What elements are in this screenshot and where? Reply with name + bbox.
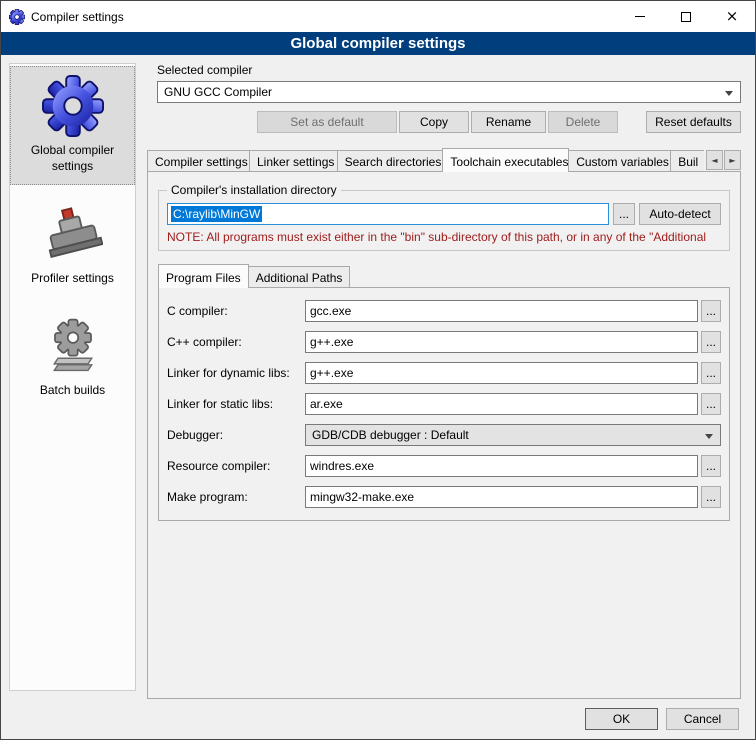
debugger-select-value: GDB/CDB debugger : Default (312, 428, 469, 442)
compiler-select-value: GNU GCC Compiler (164, 85, 272, 99)
selected-text: C:\raylib\MinGW (171, 206, 262, 222)
app-icon (9, 9, 25, 25)
maximize-icon (681, 12, 691, 22)
field-label: Resource compiler: (167, 459, 305, 473)
program-files-section: Program Files Additional Paths C compile… (158, 263, 730, 521)
program-files-panel: C compiler: ... C++ compiler: ... Linker… (158, 287, 730, 521)
field-row: C++ compiler: ... (167, 331, 721, 353)
tab-search-directories[interactable]: Search directories (337, 150, 444, 171)
sidebar-item-label: Batch builds (40, 383, 105, 399)
cancel-button[interactable]: Cancel (666, 708, 739, 730)
note-text: NOTE: All programs must exist either in … (167, 230, 721, 244)
c-compiler-browse-button[interactable]: ... (701, 300, 721, 322)
resource-compiler-browse-button[interactable]: ... (701, 455, 721, 477)
window-title: Compiler settings (31, 10, 124, 24)
minimize-button[interactable] (617, 1, 663, 32)
tab-custom-variables[interactable]: Custom variables (568, 150, 671, 171)
sidebar-item-profiler-settings[interactable]: Profiler settings (10, 197, 135, 297)
titlebar: Compiler settings × (1, 1, 755, 32)
copy-button[interactable]: Copy (399, 111, 469, 133)
field-label: Make program: (167, 490, 305, 504)
sidebar-item-global-compiler-settings[interactable]: Global compiler settings (10, 66, 135, 185)
installation-directory-row: C:\raylib\MinGW ... Auto-detect (167, 203, 721, 225)
field-label: Linker for static libs: (167, 397, 305, 411)
make-program-input[interactable] (305, 486, 698, 508)
reset-defaults-button[interactable]: Reset defaults (646, 111, 741, 133)
field-row: Resource compiler: ... (167, 455, 721, 477)
auto-detect-button[interactable]: Auto-detect (639, 203, 721, 225)
field-row: Make program: ... (167, 486, 721, 508)
tab-compiler-settings[interactable]: Compiler settings (147, 150, 250, 171)
resource-compiler-input[interactable] (305, 455, 698, 477)
blue-gear-icon (42, 75, 104, 137)
installation-directory-group-title: Compiler's installation directory (167, 183, 341, 197)
field-label: C++ compiler: (167, 335, 305, 349)
chevron-down-icon (705, 434, 713, 439)
close-icon: × (726, 9, 739, 24)
window-controls: × (617, 1, 755, 32)
tab-scroll-buttons: ◄ ► (705, 150, 741, 170)
dialog-footer: OK Cancel (585, 708, 739, 730)
installation-directory-group: Compiler's installation directory C:\ray… (158, 190, 730, 251)
action-row-spacer (157, 111, 255, 133)
set-as-default-button[interactable]: Set as default (257, 111, 397, 133)
toolchain-executables-panel: Compiler's installation directory C:\ray… (147, 171, 741, 699)
linker-dynamic-browse-button[interactable]: ... (701, 362, 721, 384)
selected-compiler-label: Selected compiler (157, 63, 741, 78)
compiler-settings-window: Compiler settings × Global compiler sett… (0, 0, 756, 740)
page-title: Global compiler settings (1, 32, 755, 55)
delete-button[interactable]: Delete (548, 111, 618, 133)
tab-bar: Compiler settings Linker settings Search… (147, 147, 741, 171)
c-compiler-input[interactable] (305, 300, 698, 322)
field-row: Debugger: GDB/CDB debugger : Default (167, 424, 721, 446)
subtab-bar: Program Files Additional Paths (158, 263, 730, 287)
batch-builds-icon (43, 317, 103, 377)
ok-button[interactable]: OK (585, 708, 658, 730)
main-content: Selected compiler GNU GCC Compiler Set a… (147, 63, 741, 699)
cpp-compiler-input[interactable] (305, 331, 698, 353)
rename-button[interactable]: Rename (471, 111, 546, 133)
field-label: Debugger: (167, 428, 305, 442)
linker-static-input[interactable] (305, 393, 698, 415)
compiler-action-row: Set as default Copy Rename Delete Reset … (157, 111, 741, 133)
arrow-left-icon: ◄ (711, 156, 717, 165)
installation-directory-input[interactable]: C:\raylib\MinGW (167, 203, 609, 225)
field-row: Linker for static libs: ... (167, 393, 721, 415)
compiler-select[interactable]: GNU GCC Compiler (157, 81, 741, 103)
subtab-additional-paths[interactable]: Additional Paths (248, 266, 351, 287)
subtab-program-files[interactable]: Program Files (158, 264, 249, 288)
chevron-down-icon (725, 91, 733, 96)
tab-scroll-left-button[interactable]: ◄ (706, 150, 723, 170)
tab-scroll-right-button[interactable]: ► (724, 150, 741, 170)
maximize-button[interactable] (663, 1, 709, 32)
debugger-select[interactable]: GDB/CDB debugger : Default (305, 424, 721, 446)
installation-directory-browse-button[interactable]: ... (613, 203, 635, 225)
field-label: C compiler: (167, 304, 305, 318)
make-program-browse-button[interactable]: ... (701, 486, 721, 508)
cpp-compiler-browse-button[interactable]: ... (701, 331, 721, 353)
sidebar-item-label: Profiler settings (31, 271, 114, 287)
field-row: Linker for dynamic libs: ... (167, 362, 721, 384)
sidebar: Global compiler settings Profiler settin… (9, 63, 136, 691)
tab-linker-settings[interactable]: Linker settings (249, 150, 338, 171)
close-button[interactable]: × (709, 1, 755, 32)
tab-toolchain-executables[interactable]: Toolchain executables (442, 148, 569, 172)
linker-static-browse-button[interactable]: ... (701, 393, 721, 415)
sidebar-item-batch-builds[interactable]: Batch builds (10, 309, 135, 409)
arrow-right-icon: ► (729, 156, 735, 165)
field-label: Linker for dynamic libs: (167, 366, 305, 380)
profiler-icon (43, 205, 103, 265)
sidebar-item-label: Global compiler settings (13, 143, 132, 174)
minimize-icon (635, 16, 645, 17)
tab-build[interactable]: Buil (670, 150, 704, 171)
linker-dynamic-input[interactable] (305, 362, 698, 384)
field-row: C compiler: ... (167, 300, 721, 322)
